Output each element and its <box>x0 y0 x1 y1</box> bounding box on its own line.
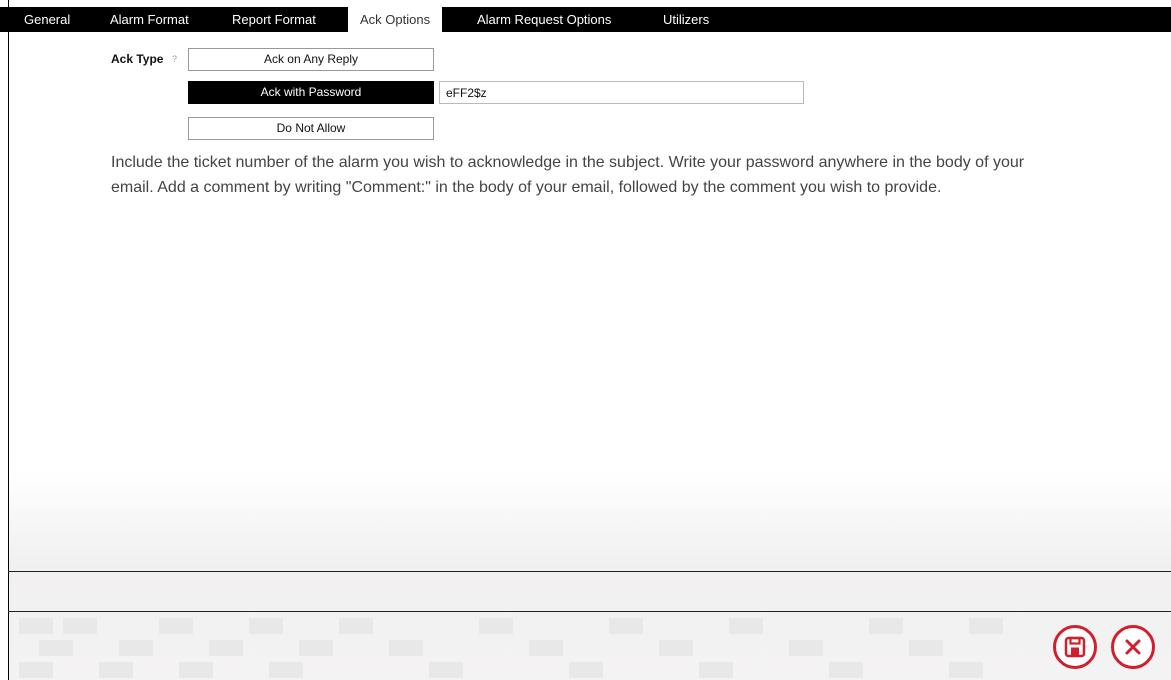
ack-with-password-button[interactable]: Ack with Password <box>188 81 434 104</box>
floppy-disk-icon <box>1064 636 1086 658</box>
close-x-icon <box>1125 639 1141 655</box>
close-button[interactable] <box>1111 625 1155 669</box>
tab-utilizers[interactable]: Utilizers <box>651 7 721 32</box>
tab-alarm-format[interactable]: Alarm Format <box>98 7 201 32</box>
divider-top <box>8 571 1171 572</box>
tab-alarm-request-options[interactable]: Alarm Request Options <box>465 7 623 32</box>
tab-report-format[interactable]: Report Format <box>220 7 328 32</box>
password-input[interactable] <box>439 81 804 104</box>
ack-description: Include the ticket number of the alarm y… <box>111 154 1025 196</box>
ack-on-any-reply-button[interactable]: Ack on Any Reply <box>188 48 434 71</box>
ack-type-label: Ack Type <box>111 52 164 66</box>
do-not-allow-button[interactable]: Do Not Allow <box>188 117 434 140</box>
save-button[interactable] <box>1053 625 1097 669</box>
tab-ack-options[interactable]: Ack Options <box>348 7 443 32</box>
footer-pattern <box>9 612 1171 680</box>
tab-general[interactable]: General <box>12 7 82 32</box>
help-icon[interactable]: ? <box>172 54 177 64</box>
